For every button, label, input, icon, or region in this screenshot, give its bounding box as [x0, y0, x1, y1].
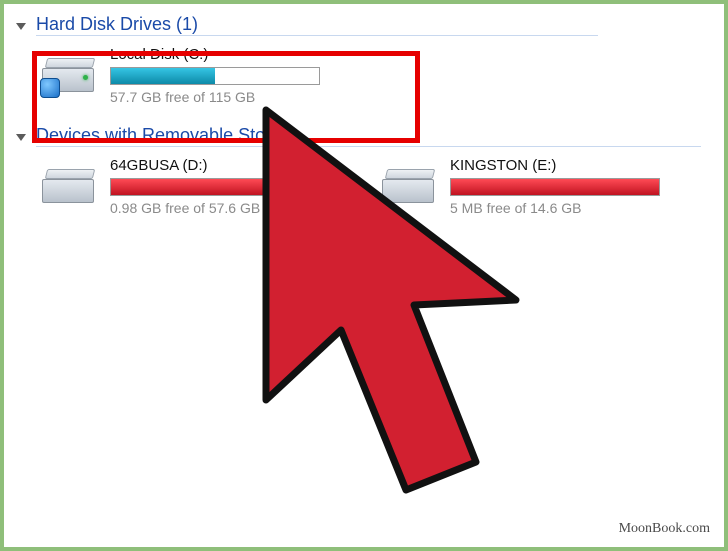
- removable-disk-icon: [382, 167, 438, 207]
- drive-info: 64GBUSA (D:) 0.98 GB free of 57.6 GB: [110, 157, 342, 216]
- drive-status: 5 MB free of 14.6 GB: [450, 200, 682, 216]
- drive-name: Local Disk (C:): [110, 46, 342, 63]
- drive-name: 64GBUSA (D:): [110, 157, 342, 174]
- drive-name: KINGSTON (E:): [450, 157, 682, 174]
- drive-local-disk-c[interactable]: Local Disk (C:) 57.7 GB free of 115 GB: [42, 46, 342, 105]
- capacity-bar: [110, 178, 320, 196]
- drive-64gbusa-d[interactable]: 64GBUSA (D:) 0.98 GB free of 57.6 GB: [42, 157, 342, 216]
- collapse-caret-icon[interactable]: [16, 23, 26, 30]
- image-frame: Hard Disk Drives (1) Local Disk (C:) 57.…: [0, 0, 728, 551]
- capacity-fill: [111, 68, 215, 84]
- watermark-text: MoonBook.com: [619, 521, 710, 537]
- drive-info: Local Disk (C:) 57.7 GB free of 115 GB: [110, 46, 342, 105]
- hard-disk-icon: [42, 56, 98, 96]
- removable-disk-icon: [42, 167, 98, 207]
- capacity-fill: [111, 179, 315, 195]
- section-title-removable: Devices with Removable Storage: [36, 125, 701, 147]
- collapse-caret-icon[interactable]: [16, 134, 26, 141]
- drive-status: 0.98 GB free of 57.6 GB: [110, 200, 342, 216]
- section-header-removable[interactable]: Devices with Removable Storage: [8, 119, 720, 151]
- section-title-hdd: Hard Disk Drives (1): [36, 14, 598, 36]
- capacity-fill: [451, 179, 659, 195]
- drive-kingston-e[interactable]: KINGSTON (E:) 5 MB free of 14.6 GB: [382, 157, 682, 216]
- drive-status: 57.7 GB free of 115 GB: [110, 89, 342, 105]
- capacity-bar: [450, 178, 660, 196]
- removable-drive-list: 64GBUSA (D:) 0.98 GB free of 57.6 GB KIN…: [8, 151, 720, 230]
- capacity-bar: [110, 67, 320, 85]
- drive-info: KINGSTON (E:) 5 MB free of 14.6 GB: [450, 157, 682, 216]
- section-header-hdd[interactable]: Hard Disk Drives (1): [8, 8, 720, 40]
- explorer-panel: Hard Disk Drives (1) Local Disk (C:) 57.…: [8, 8, 720, 543]
- hdd-drive-list: Local Disk (C:) 57.7 GB free of 115 GB: [8, 40, 720, 119]
